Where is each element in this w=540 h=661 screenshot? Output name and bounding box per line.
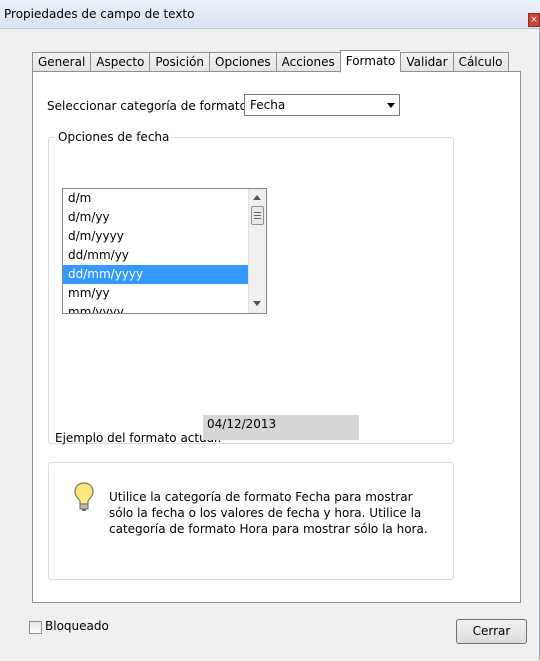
tab-calculo[interactable]: Cálculo	[452, 52, 509, 73]
title-bar: Propiedades de campo de texto ×	[0, 0, 540, 29]
info-box: Utilice la categoría de formato Fecha pa…	[48, 462, 454, 580]
grip-line	[254, 218, 261, 219]
list-scrollbar[interactable]	[248, 189, 266, 313]
category-value: Fecha	[250, 98, 286, 112]
tab-posicion[interactable]: Posición	[149, 52, 210, 73]
info-text: Utilice la categoría de formato Fecha pa…	[109, 490, 428, 536]
scroll-up-icon[interactable]	[253, 195, 261, 200]
category-label: Seleccionar categoría de formato:	[47, 99, 251, 113]
tab-bar: General Aspecto Posición Opciones Accion…	[32, 50, 509, 73]
list-item-selected[interactable]: dd/mm/yyyy	[63, 265, 266, 284]
date-options-legend: Opciones de fecha	[55, 130, 173, 144]
close-button[interactable]: Cerrar	[456, 619, 527, 644]
date-format-list[interactable]: d/m d/m/yy d/m/yyyy dd/mm/yy dd/mm/yyyy …	[62, 188, 267, 314]
example-label: Ejemplo del formato actual:	[55, 431, 222, 445]
chevron-down-icon[interactable]	[383, 95, 399, 115]
tab-general[interactable]: General	[32, 52, 91, 73]
example-value: 04/12/2013	[207, 417, 277, 431]
list-item[interactable]: dd/mm/yy	[63, 246, 266, 265]
close-icon[interactable]: ×	[528, 13, 540, 27]
scroll-down-icon[interactable]	[253, 301, 261, 306]
grip-line	[254, 212, 261, 213]
window-title: Propiedades de campo de texto	[4, 7, 195, 21]
list-item[interactable]: mm/yyyy	[63, 303, 266, 313]
grip-line	[254, 215, 261, 216]
tab-formato[interactable]: Formato	[339, 50, 401, 73]
category-select[interactable]: Fecha	[244, 94, 400, 116]
locked-label: Bloqueado	[45, 619, 109, 633]
tab-validar[interactable]: Validar	[400, 52, 453, 73]
lightbulb-icon	[74, 482, 94, 511]
list-item[interactable]: d/m/yyyy	[63, 227, 266, 246]
example-field: 04/12/2013	[203, 415, 359, 440]
tab-aspecto[interactable]: Aspecto	[90, 52, 150, 73]
locked-checkbox[interactable]	[29, 621, 42, 634]
list-item[interactable]: d/m	[63, 189, 266, 208]
list-item[interactable]: mm/yy	[63, 284, 266, 303]
tab-opciones[interactable]: Opciones	[209, 52, 276, 73]
tab-acciones[interactable]: Acciones	[275, 52, 340, 73]
scroll-thumb[interactable]	[251, 206, 264, 225]
format-panel: Seleccionar categoría de formato: Fecha …	[32, 71, 521, 603]
list-item[interactable]: d/m/yy	[63, 208, 266, 227]
